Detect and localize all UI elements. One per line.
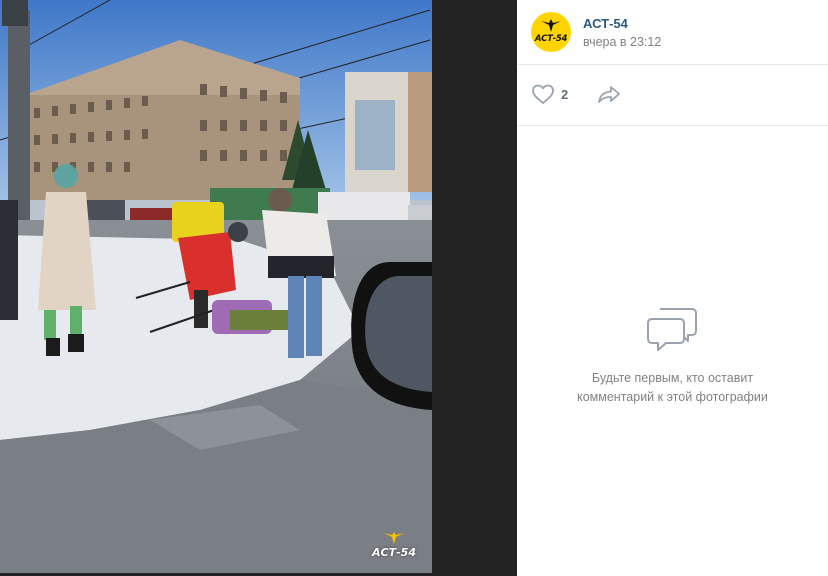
author-name-link[interactable]: АСТ-54 bbox=[583, 16, 628, 31]
post-photo[interactable]: АСТ-54 bbox=[0, 0, 432, 573]
avatar-bird-icon bbox=[541, 19, 561, 32]
share-arrow-icon bbox=[598, 86, 620, 103]
post-author-header: АСТ-54 АСТ-54 вчера в 23:12 bbox=[517, 0, 828, 65]
like-button[interactable]: 2 bbox=[531, 83, 568, 105]
photo-viewer-stage: АСТ-54 bbox=[0, 0, 517, 576]
avatar-logo-text: АСТ-54 bbox=[534, 34, 568, 44]
street-scene-image bbox=[0, 0, 432, 573]
watermark-bird-icon bbox=[384, 532, 404, 544]
like-count: 2 bbox=[561, 86, 569, 102]
author-avatar[interactable]: АСТ-54 bbox=[531, 12, 571, 52]
comments-empty-state: Будьте первым, кто оставит комментарий к… bbox=[517, 305, 828, 407]
heart-icon bbox=[532, 84, 554, 104]
post-side-panel: АСТ-54 АСТ-54 вчера в 23:12 2 Будьте пер… bbox=[517, 0, 828, 576]
photo-watermark: АСТ-54 bbox=[370, 531, 418, 559]
post-timestamp[interactable]: вчера в 23:12 bbox=[583, 35, 661, 49]
share-button[interactable] bbox=[597, 84, 621, 109]
speech-bubbles-icon bbox=[646, 308, 697, 351]
comments-empty-text: Будьте первым, кто оставит комментарий к… bbox=[577, 371, 768, 404]
watermark-text: АСТ-54 bbox=[372, 546, 416, 559]
post-actions-bar: 2 bbox=[517, 65, 828, 126]
